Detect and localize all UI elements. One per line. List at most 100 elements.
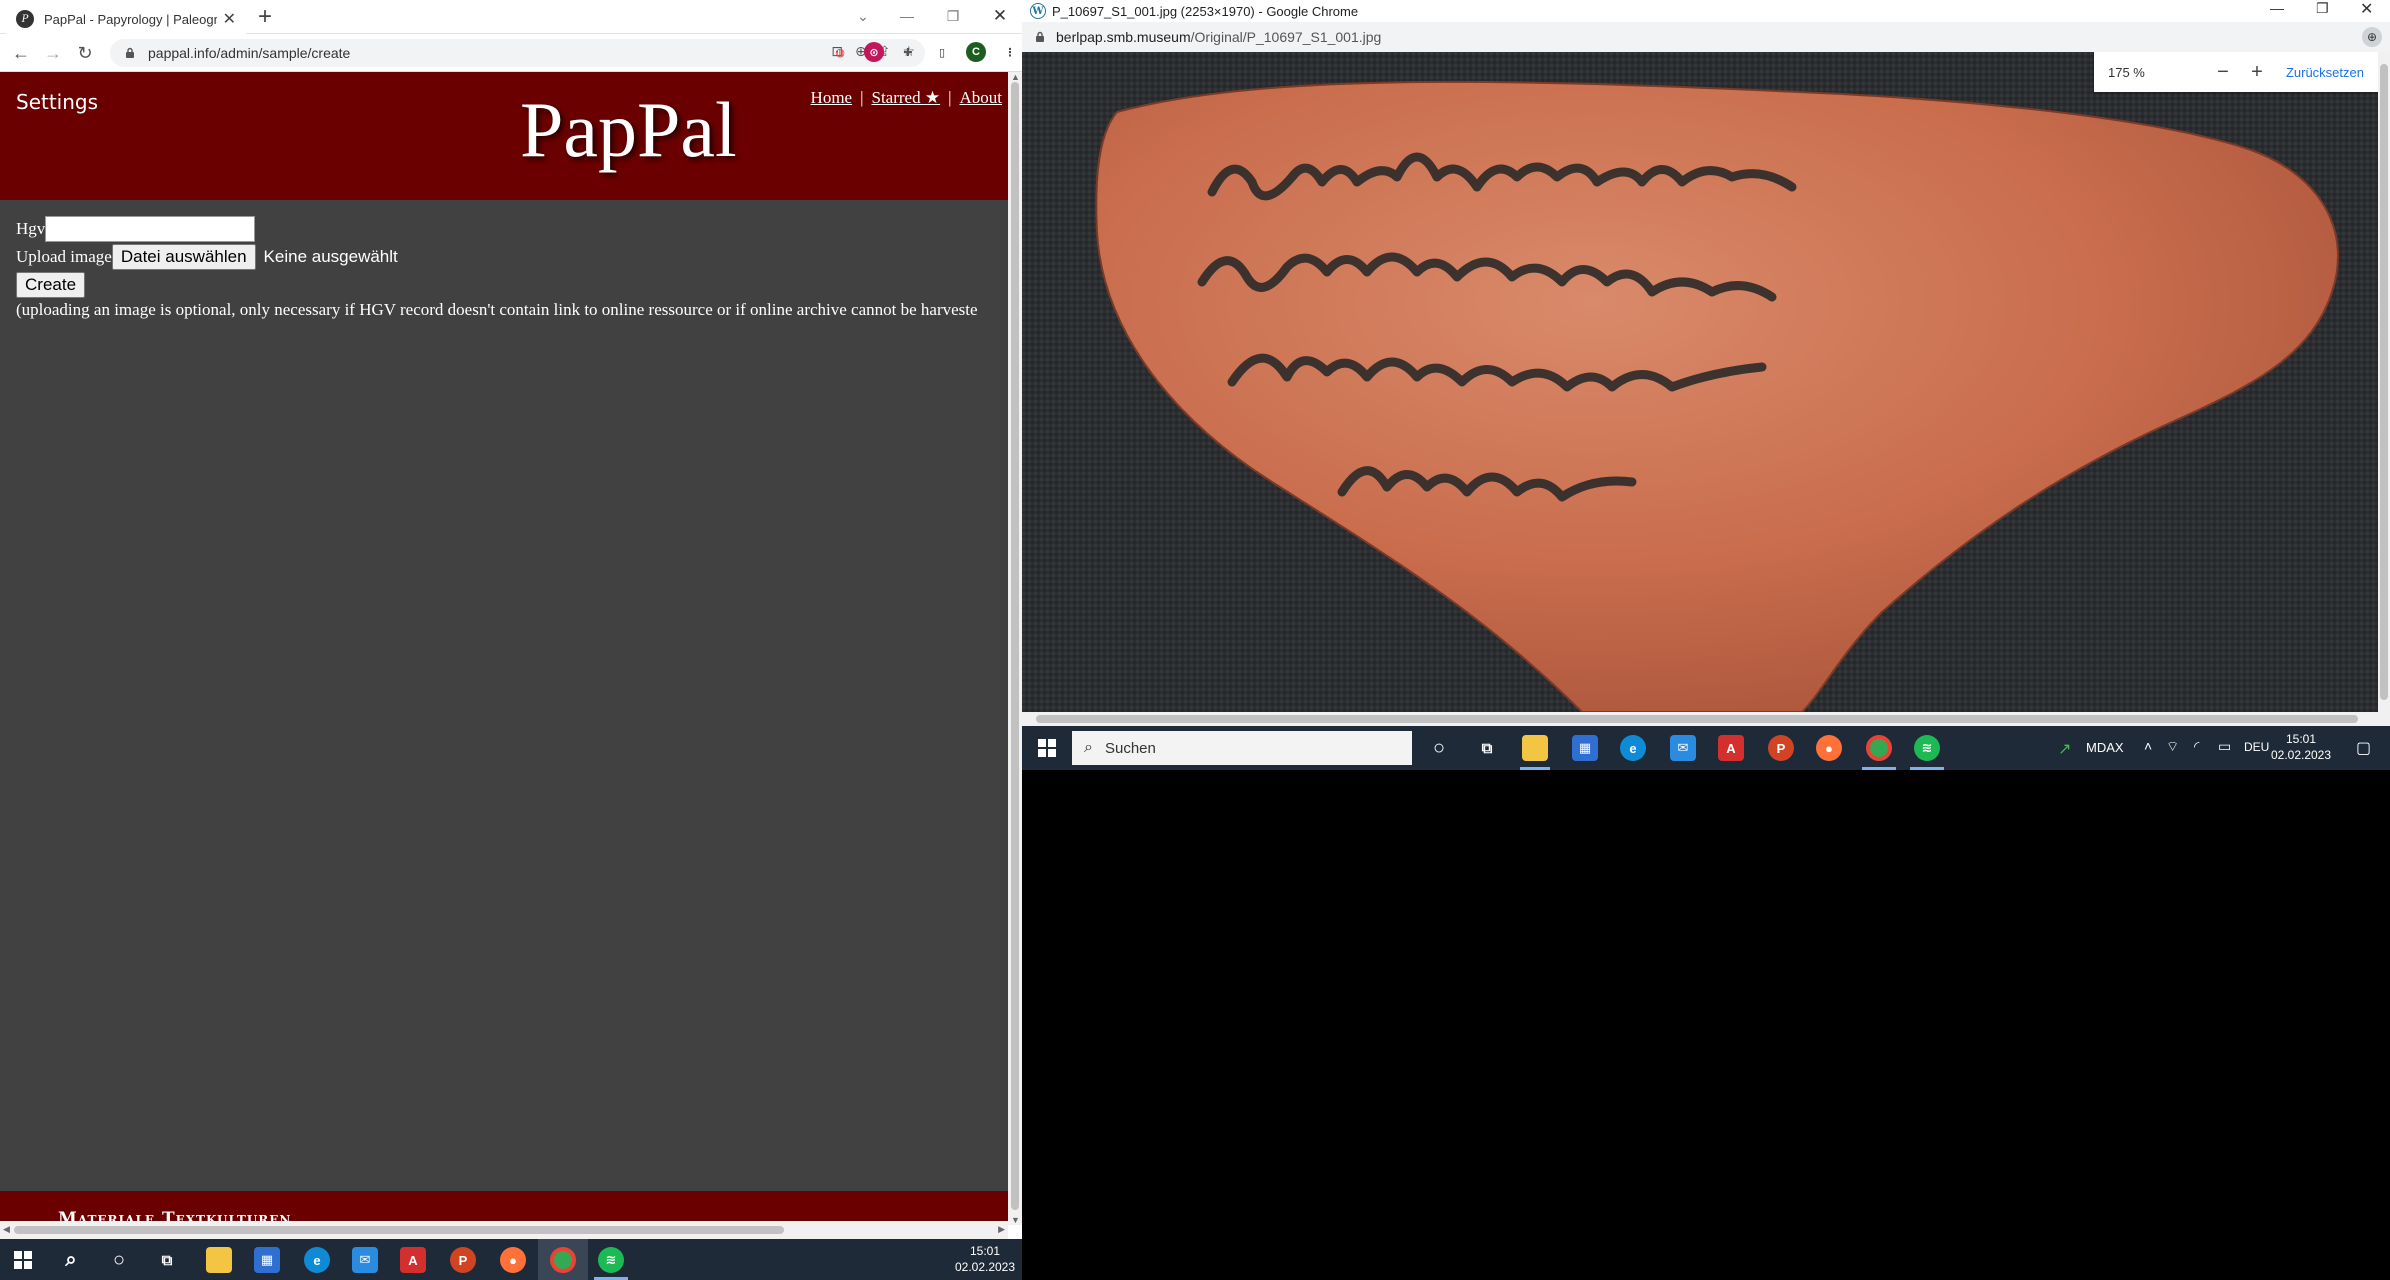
clock-time: 15:01 [969,1244,1001,1258]
zoom-reset-button[interactable]: Zurücksetzen [2286,65,2364,80]
acrobat-icon[interactable]: A [400,1247,426,1273]
choose-file-button[interactable]: Datei auswählen [111,244,256,270]
viewer-vertical-scrollbar[interactable] [2378,52,2390,712]
horizontal-scrollbar[interactable]: ◀ ▶ [0,1221,1008,1239]
zoom-out-button[interactable]: − [2210,61,2236,84]
language-indicator[interactable]: DEU [2244,740,2269,754]
store-icon[interactable]: ▦ [1572,735,1598,761]
powerpoint-icon[interactable]: P [1768,735,1794,761]
zoom-panel: 175 % − + Zurücksetzen [2094,52,2378,92]
upload-label: Upload image [16,247,112,266]
zoom-icon[interactable]: ⊕ [2362,27,2382,47]
forward-icon[interactable]: → [40,40,66,66]
zoom-in-button[interactable]: + [2244,61,2270,84]
network-icon[interactable]: ⌔ [2166,738,2179,756]
image-viewer-window: W P_10697_S1_001.jpg (2253×1970) - Googl… [1022,0,2390,726]
clock-date: 02.02.2023 [954,1260,1016,1274]
viewer-url-path: /Original/P_10697_S1_001.jpg [1190,29,1382,45]
horizontal-scroll-thumb[interactable] [14,1226,784,1234]
chrome-icon[interactable] [550,1247,576,1273]
vertical-scroll-thumb[interactable] [1011,82,1019,1210]
settings-link[interactable]: Settings [16,90,98,114]
nav-home-link[interactable]: Home [811,88,853,108]
back-icon[interactable]: ← [8,40,34,66]
hgv-input[interactable] [45,216,256,242]
windows-start-icon[interactable] [1038,739,1056,757]
extensions-puzzle-icon[interactable]: ✚ [898,42,918,62]
close-window-icon[interactable]: ✕ [2360,0,2373,19]
viewer-address-bar[interactable]: berlpap.smb.museum/Original/P_10697_S1_0… [1022,22,2390,52]
windows-start-icon[interactable] [14,1251,32,1269]
viewer-horizontal-scrollbar[interactable] [1022,712,2390,726]
firefox-icon[interactable]: ● [1816,735,1842,761]
pappal-favicon-icon: P [16,10,34,28]
powerpoint-icon[interactable]: P [450,1247,476,1273]
cortana-icon[interactable]: ○ [106,1247,132,1273]
task-view-icon[interactable]: ⧉ [154,1247,180,1273]
chrome-icon[interactable] [1866,735,1892,761]
battery-icon[interactable]: ▭ [2218,738,2231,755]
ostracon-image[interactable] [1022,52,2378,712]
side-panel-icon[interactable]: ▯ [932,42,952,62]
restore-icon[interactable]: ❐ [2316,0,2329,17]
address-bar: ← → ↻ pappal.info/admin/sample/create ⊡ … [0,34,1022,72]
extension-1-icon[interactable]: ◍ [830,42,850,62]
taskbar-search[interactable]: ⌕ Suchen [1072,731,1412,765]
nav-separator: | [948,88,952,107]
page-content: Settings PapPal Home | Starred ★ | About… [0,72,1008,1225]
tab-search-icon[interactable]: ⌄ [843,4,883,28]
tray-chevron-icon[interactable]: ˄ [2144,738,2152,754]
task-view-icon[interactable]: ⧉ [1474,735,1500,761]
extension-2-icon[interactable]: ⊙ [864,42,884,62]
tab-close-icon[interactable]: ✕ [223,9,236,29]
clock-time: 15:01 [2285,732,2317,746]
create-button[interactable]: Create [16,272,86,298]
edge-icon[interactable]: e [304,1247,330,1273]
omnibox[interactable]: pappal.info/admin/sample/create ⊡ ⊕ ⇪ ☆ [110,39,925,67]
search-icon[interactable]: ⌕ [58,1247,84,1273]
firefox-icon[interactable]: ● [500,1247,526,1273]
search-icon: ⌕ [1084,739,1093,756]
mail-icon[interactable]: ✉ [1670,735,1696,761]
file-explorer-icon[interactable] [1522,735,1548,761]
profile-avatar[interactable]: C [966,42,986,62]
upload-note: (uploading an image is optional, only ne… [16,300,978,319]
minimize-icon[interactable]: — [2270,0,2284,16]
new-tab-icon[interactable]: + [258,3,272,31]
viewer-horizontal-scroll-thumb[interactable] [1036,715,2358,723]
vertical-scrollbar[interactable]: ▲ ▼ [1008,72,1022,1225]
edge-icon[interactable]: e [1620,735,1646,761]
reload-icon[interactable]: ↻ [72,40,98,66]
acrobat-icon[interactable]: A [1718,735,1744,761]
scroll-up-icon[interactable]: ▲ [1011,72,1020,82]
file-explorer-icon[interactable] [206,1247,232,1273]
mail-icon[interactable]: ✉ [352,1247,378,1273]
lock-icon [1036,31,1044,42]
scroll-right-icon[interactable]: ▶ [998,1224,1005,1235]
nav-about-link[interactable]: About [960,88,1003,108]
tray-stock-label[interactable]: MDAX [2086,740,2124,755]
cortana-icon[interactable]: ○ [1426,735,1452,761]
notification-icon[interactable]: ▢ [2356,738,2371,758]
nav-starred-link[interactable]: Starred ★ [872,88,941,108]
taskbar-clock[interactable]: 15:01 02.02.2023 [950,1243,1020,1275]
active-indicator [1910,767,1944,770]
spotify-icon[interactable]: ≋ [1914,735,1940,761]
left-browser-window: P PapPal - Papyrology | Paleograph ✕ + ⌄… [0,0,1022,1239]
wifi-icon[interactable]: ◜ [2194,738,2199,755]
scroll-down-icon[interactable]: ▼ [1011,1215,1020,1225]
spotify-icon[interactable]: ≋ [598,1247,624,1273]
restore-icon[interactable]: ❐ [933,4,973,28]
menu-kebab-icon[interactable]: ⋮ [1000,42,1020,62]
image-viewport[interactable]: 175 % − + Zurücksetzen [1022,52,2378,712]
upload-row: Upload image Datei auswählen Keine ausge… [16,244,978,270]
minimize-icon[interactable]: — [887,4,927,28]
taskbar-clock[interactable]: 15:01 02.02.2023 [2268,731,2334,763]
close-window-icon[interactable]: ✕ [980,4,1020,28]
store-icon[interactable]: ▦ [254,1247,280,1273]
stock-chart-icon[interactable]: ↗ [2058,739,2071,759]
scroll-left-icon[interactable]: ◀ [3,1224,10,1235]
tab-pappal[interactable]: P PapPal - Papyrology | Paleograph ✕ [6,4,246,34]
viewer-vertical-scroll-thumb[interactable] [2380,64,2388,700]
nav-separator: | [860,88,864,107]
